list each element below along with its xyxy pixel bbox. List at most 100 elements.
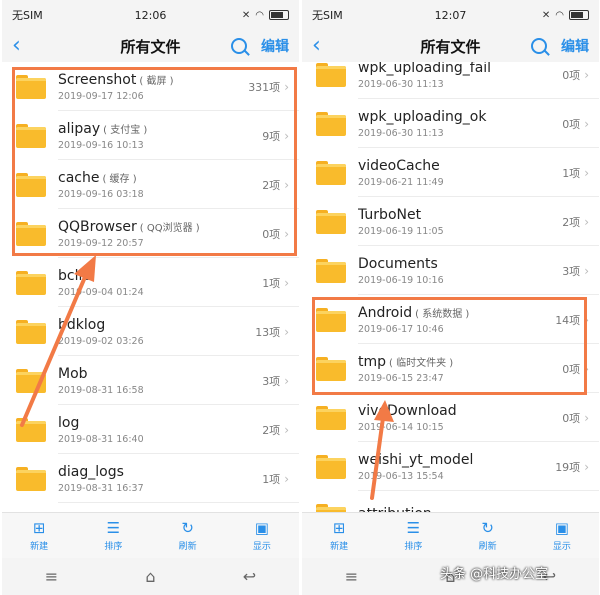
watermark: 头条 @科技办公室 (440, 567, 549, 582)
chevron-right-icon: › (284, 471, 289, 486)
folder-icon (316, 111, 346, 136)
folder-row[interactable]: Mob 2019-08-31 16:58 3项 › (2, 356, 299, 405)
folder-name: vivoDownload (358, 402, 457, 419)
folder-icon (316, 454, 346, 479)
title-bar: ‹ 所有文件 编辑 (302, 30, 599, 62)
folder-row[interactable]: bclib 2019-09-04 01:24 1项 › (2, 258, 299, 307)
folder-name: Documents (358, 255, 438, 272)
folder-row[interactable]: weishi_yt_model 2019-06-13 15:54 19项 › (302, 442, 599, 491)
folder-name: wpk_uploading_ok (358, 108, 487, 125)
bottom-toolbar: ⊞ 新建 ☰ 排序 ↻ 刷新 ▣ 显示 (2, 512, 299, 558)
back-icon[interactable]: ‹ (312, 35, 336, 57)
folder-name: bdklog (58, 316, 106, 333)
folder-date: 2019-06-14 10:15 (358, 421, 444, 433)
menu-nav-icon[interactable]: ≡ (337, 567, 367, 586)
item-count: 0项 (562, 411, 581, 425)
highlight-box-right (312, 297, 587, 395)
folder-name: bclib (58, 267, 92, 284)
highlight-box-left (12, 67, 297, 256)
folder-row[interactable]: log 2019-08-31 16:40 2项 › (2, 405, 299, 454)
folder-date: 2019-06-30 11:13 (358, 78, 444, 90)
folder-icon (316, 503, 346, 512)
bottom-toolbar: ⊞ 新建 ☰ 排序 ↻ 刷新 ▣ 显示 (302, 512, 599, 558)
item-count: 1项 (262, 276, 281, 290)
edit-button[interactable]: 编辑 (261, 36, 289, 56)
folder-icon (316, 62, 346, 87)
sort-button[interactable]: ☰ 排序 (376, 513, 450, 558)
refresh-button[interactable]: ↻ 刷新 (451, 513, 525, 558)
folder-date: 2019-06-19 10:16 (358, 274, 444, 286)
folder-icon (16, 417, 46, 442)
folder-date: 2019-06-21 11:49 (358, 176, 444, 188)
wifi-icon: ◠ (255, 9, 264, 21)
search-icon[interactable] (231, 38, 247, 54)
folder-list[interactable]: wpk_uploading_fail 2019-06-30 11:13 0项 › wpk… (302, 62, 599, 512)
folder-date: 2019-08-31 16:40 (58, 433, 144, 445)
folder-row[interactable]: vivoDownload 2019-06-14 10:15 0项 › (302, 393, 599, 442)
system-nav-bar: ≡ ⌂ ↩ (2, 558, 299, 595)
refresh-button[interactable]: ↻ 刷新 (151, 513, 225, 558)
item-count: 3项 (262, 374, 281, 388)
chevron-right-icon: › (584, 165, 589, 180)
new-button[interactable]: ⊞ 新建 (302, 513, 376, 558)
folder-row[interactable]: wpk_uploading_ok 2019-06-30 11:13 0项 › (302, 99, 599, 148)
back-nav-icon[interactable]: ↩ (235, 567, 265, 586)
folder-icon (316, 209, 346, 234)
folder-icon (316, 160, 346, 185)
mute-icon: ✕ (241, 9, 251, 21)
folder-name: videoCache (358, 157, 440, 174)
item-count: 2项 (262, 423, 281, 437)
folder-icon (16, 368, 46, 393)
refresh-icon: ↻ (481, 519, 494, 537)
sort-button[interactable]: ☰ 排序 (76, 513, 150, 558)
new-button[interactable]: ⊞ 新建 (2, 513, 76, 558)
title-bar: ‹ 所有文件 编辑 (2, 30, 299, 62)
folder-icon (316, 258, 346, 283)
status-bar: 无SIM 12:06 ✕ ◠ (2, 0, 299, 30)
display-button[interactable]: ▣ 显示 (225, 513, 299, 558)
folder-date: 2019-08-31 16:58 (58, 384, 144, 396)
sort-icon: ☰ (106, 519, 121, 537)
folder-row[interactable]: diag_logs 2019-08-31 16:37 1项 › (2, 454, 299, 503)
chevron-right-icon: › (284, 324, 289, 339)
chevron-right-icon: › (284, 275, 289, 290)
display-icon: ▣ (254, 519, 269, 537)
folder-name: diag_logs (58, 463, 124, 480)
folder-date: 2019-06-30 11:13 (358, 127, 444, 139)
new-folder-icon: ⊞ (32, 519, 46, 537)
folder-row[interactable]: videoCache 2019-06-21 11:49 1项 › (302, 148, 599, 197)
folder-row[interactable]: bdklog 2019-09-02 03:26 13项 › (2, 307, 299, 356)
folder-row[interactable]: Documents 2019-06-19 10:16 3项 › (302, 246, 599, 295)
folder-name: log (58, 414, 80, 431)
item-count: 0项 (562, 68, 581, 82)
folder-row[interactable]: attribution› (302, 491, 599, 512)
battery-icon (269, 10, 289, 20)
search-icon[interactable] (531, 38, 547, 54)
item-count: 3项 (562, 264, 581, 278)
display-button[interactable]: ▣ 显示 (525, 513, 599, 558)
back-icon[interactable]: ‹ (12, 35, 36, 57)
folder-name: weishi_yt_model (358, 451, 474, 468)
folder-date: 2019-06-19 11:05 (358, 225, 444, 237)
chevron-right-icon: › (584, 459, 589, 474)
chevron-right-icon: › (284, 422, 289, 437)
chevron-right-icon: › (584, 263, 589, 278)
home-nav-icon[interactable]: ⌂ (136, 567, 166, 586)
folder-icon (16, 319, 46, 344)
folder-row[interactable]: TurboNet 2019-06-19 11:05 2项 › (302, 197, 599, 246)
folder-date: 2019-06-13 15:54 (358, 470, 444, 482)
status-bar: 无SIM 12:07 ✕ ◠ (302, 0, 599, 30)
chevron-right-icon: › (584, 214, 589, 229)
item-count: 0项 (562, 117, 581, 131)
edit-button[interactable]: 编辑 (561, 36, 589, 56)
item-count: 1项 (562, 166, 581, 180)
mute-icon: ✕ (541, 9, 551, 21)
display-icon: ▣ (554, 519, 569, 537)
chevron-right-icon: › (284, 373, 289, 388)
item-count: 19项 (555, 460, 581, 474)
folder-row[interactable]: wpk_uploading_fail 2019-06-30 11:13 0项 › (302, 62, 599, 99)
folder-icon (16, 270, 46, 295)
menu-nav-icon[interactable]: ≡ (37, 567, 67, 586)
wifi-icon: ◠ (555, 9, 564, 21)
refresh-icon: ↻ (181, 519, 194, 537)
